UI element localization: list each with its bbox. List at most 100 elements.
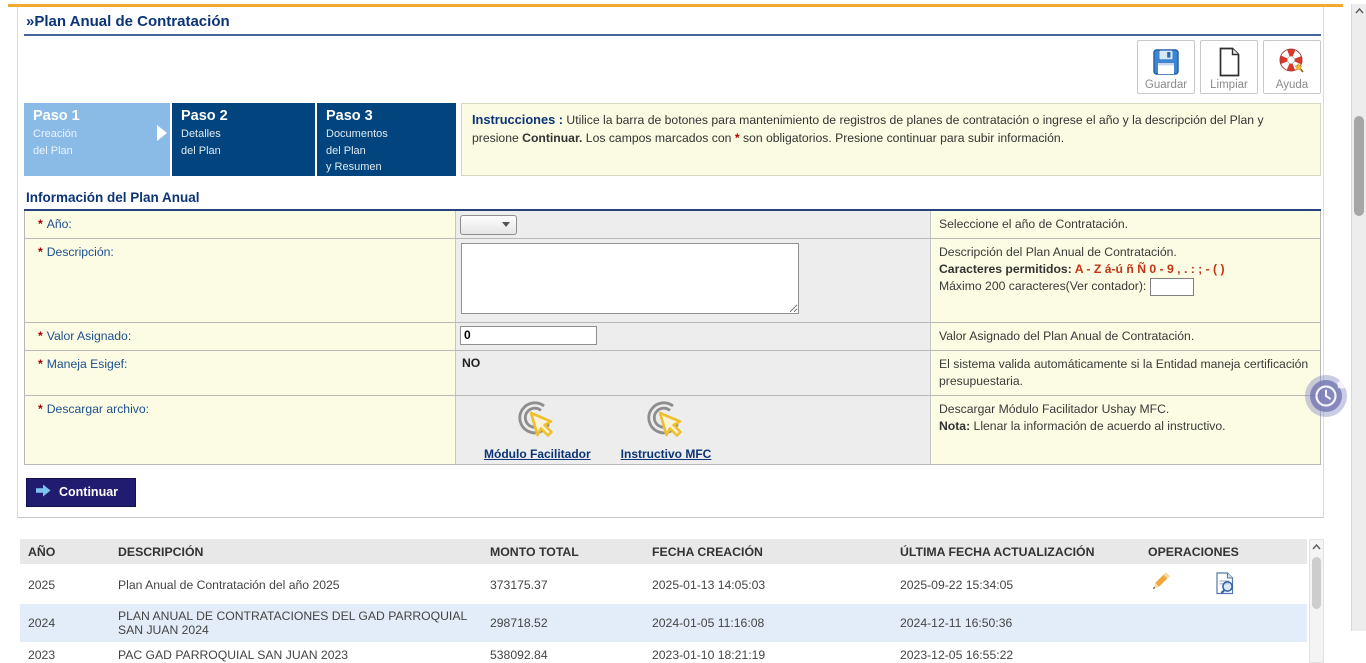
instructions-text: son obligatorios. Presione continuar par… [740, 131, 1065, 145]
contador-input[interactable] [1150, 278, 1194, 296]
anio-label: Año: [47, 217, 72, 231]
page-scroll-thumb[interactable] [1354, 116, 1364, 216]
row-descargar-archivo: * Descargar archivo: Módulo Facilitador [25, 395, 1320, 464]
col-anio: AÑO [20, 539, 110, 566]
cell-creacion: 2024-01-05 11:16:08 [644, 603, 892, 642]
page-title: »Plan Anual de Contratación [26, 13, 230, 30]
required-asterisk: * [38, 245, 43, 259]
cell-anio: 2025 [20, 565, 110, 603]
col-fecha-creacion: FECHA CREACIÓN [644, 539, 892, 566]
blank-page-icon [1217, 45, 1241, 79]
descripcion-label: Descripción: [47, 245, 114, 259]
paso-3-line: y Resumen [326, 159, 456, 176]
plan-anual-panel: »Plan Anual de Contratación Guardar [17, 7, 1324, 518]
row-valor-asignado: * Valor Asignado: Valor Asignado del Plan… [25, 322, 1320, 350]
chevron-down-icon [502, 222, 510, 227]
row-descripcion: *Descripción: Descripción del Plan Anual… [25, 238, 1320, 322]
cell-monto: 538092.84 [482, 642, 644, 663]
paso-3-title: Paso 3 [326, 108, 456, 124]
scroll-up-icon[interactable] [1310, 540, 1323, 554]
ayuda-button[interactable]: Ayuda [1263, 40, 1321, 94]
cell-monto: 298718.52 [482, 603, 644, 642]
descargar-archivo-label: Descargar archivo: [47, 402, 149, 416]
limpiar-button[interactable]: Limpiar [1200, 40, 1258, 94]
required-asterisk: * [38, 329, 43, 343]
cell-actualizacion: 2023-12-05 16:55:22 [892, 642, 1140, 663]
cell-anio: 2024 [20, 603, 110, 642]
table-header-row: AÑO DESCRIPCIÓN MONTO TOTAL FECHA CREACI… [20, 539, 1307, 566]
guardar-button[interactable]: Guardar [1137, 40, 1195, 94]
nota-text: Llenar la información de acuerdo al inst… [970, 419, 1225, 433]
tab-paso-1[interactable]: Paso 1 Creación del Plan [24, 103, 170, 176]
page-scrollbar[interactable] [1351, 4, 1366, 631]
instructions-text: Los campos marcados con [582, 131, 734, 145]
col-descripcion: DESCRIPCIÓN [110, 539, 482, 566]
nota-label: Nota: [939, 419, 970, 433]
toolbar: Guardar Limpiar [24, 40, 1321, 94]
anio-select[interactable] [460, 215, 517, 235]
view-detail-icon[interactable] [1215, 572, 1236, 598]
paso-1-line: Creación [33, 126, 170, 143]
anio-help-text: Seleccione el año de Contratación. [939, 217, 1128, 231]
descripcion-textarea[interactable] [461, 243, 799, 314]
instructions-label: Instrucciones : [472, 112, 563, 127]
caracteres-permitidos-chars: A - Z á-ú ñ Ñ 0 - 9 , . : ; - ( ) [1072, 262, 1225, 276]
contador-help-text: Máximo 200 caracteres(Ver contador): [939, 279, 1146, 293]
tab-paso-3[interactable]: Paso 3 Documentos del Plan y Resumen [317, 103, 456, 176]
esigef-value: NO [462, 354, 480, 370]
esigef-help-text: El sistema valida automáticamente si la … [939, 357, 1308, 388]
required-asterisk: * [38, 357, 43, 371]
cell-descripcion: Plan Anual de Contratación del año 2025 [110, 565, 482, 603]
modulo-facilitador-link[interactable]: Módulo Facilitador [484, 447, 591, 461]
cell-creacion: 2023-01-10 18:21:19 [644, 642, 892, 663]
save-floppy-icon [1151, 45, 1181, 79]
valor-asignado-label: Valor Asignado: [47, 329, 131, 343]
wizard-steps: Paso 1 Creación del Plan Paso 2 Detalles… [24, 103, 1321, 176]
section-title: Información del Plan Anual [24, 186, 1321, 211]
col-operaciones: OPERACIONES [1140, 539, 1307, 566]
cell-descripcion: PLAN ANUAL DE CONTRATACIONES DEL GAD PAR… [110, 603, 482, 642]
table-scroll-thumb[interactable] [1312, 557, 1321, 609]
floating-clock-widget[interactable] [1304, 373, 1352, 419]
paso-3-line: Documentos [326, 126, 456, 143]
paso-2-line: del Plan [181, 143, 315, 160]
valor-asignado-input[interactable] [460, 326, 597, 345]
tab-paso-2[interactable]: Paso 2 Detalles del Plan [172, 103, 315, 176]
row-anio: * Año: Seleccione el año de Contratación. [25, 211, 1320, 238]
help-lifebuoy-icon [1277, 45, 1307, 79]
required-asterisk: * [38, 217, 43, 231]
descargar-help-line1: Descargar Módulo Facilitador Ushay MFC. [939, 401, 1312, 418]
paso-1-line: del Plan [33, 143, 170, 160]
continuar-button[interactable]: Continuar [26, 478, 136, 507]
cell-actualizacion: 2025-09-22 15:34:05 [892, 565, 1140, 603]
col-monto-total: MONTO TOTAL [482, 539, 644, 566]
cell-creacion: 2025-01-13 14:05:03 [644, 565, 892, 603]
table-row: 2024 PLAN ANUAL DE CONTRATACIONES DEL GA… [20, 603, 1307, 642]
plans-table: AÑO DESCRIPCIÓN MONTO TOTAL FECHA CREACI… [20, 539, 1307, 663]
table-row: 2023 PAC GAD PARROQUIAL SAN JUAN 2023 53… [20, 642, 1307, 663]
click-download-icon [643, 401, 689, 446]
valor-help-text: Valor Asignado del Plan Anual de Contrat… [939, 329, 1194, 343]
cell-anio: 2023 [20, 642, 110, 663]
cell-actualizacion: 2024-12-11 16:50:36 [892, 603, 1140, 642]
table-scrollbar[interactable] [1309, 539, 1324, 663]
paso-2-line: Detalles [181, 126, 315, 143]
modulo-facilitador-download[interactable]: Módulo Facilitador [484, 401, 591, 461]
paso-2-title: Paso 2 [181, 108, 315, 124]
instructivo-mfc-link[interactable]: Instructivo MFC [621, 447, 712, 461]
required-asterisk: * [38, 402, 43, 416]
titlebar: »Plan Anual de Contratación [24, 7, 1321, 36]
instructions-box: Instrucciones : Utilice la barra de boto… [461, 103, 1321, 176]
limpiar-label: Limpiar [1210, 79, 1248, 91]
instructivo-mfc-download[interactable]: Instructivo MFC [621, 401, 712, 461]
continuar-label: Continuar [59, 485, 118, 499]
edit-pencil-icon[interactable] [1148, 572, 1172, 597]
ayuda-label: Ayuda [1276, 79, 1308, 91]
row-maneja-esigef: * Maneja Esigef: NO El sistema valida aut… [25, 350, 1320, 395]
plan-form: * Año: Seleccione el año de Contratación.… [24, 211, 1321, 465]
maneja-esigef-label: Maneja Esigef: [47, 357, 128, 371]
guardar-label: Guardar [1145, 79, 1187, 91]
arrow-right-icon [36, 484, 51, 500]
scroll-up-icon[interactable] [1352, 4, 1366, 18]
plans-table-section: AÑO DESCRIPCIÓN MONTO TOTAL FECHA CREACI… [20, 539, 1324, 663]
